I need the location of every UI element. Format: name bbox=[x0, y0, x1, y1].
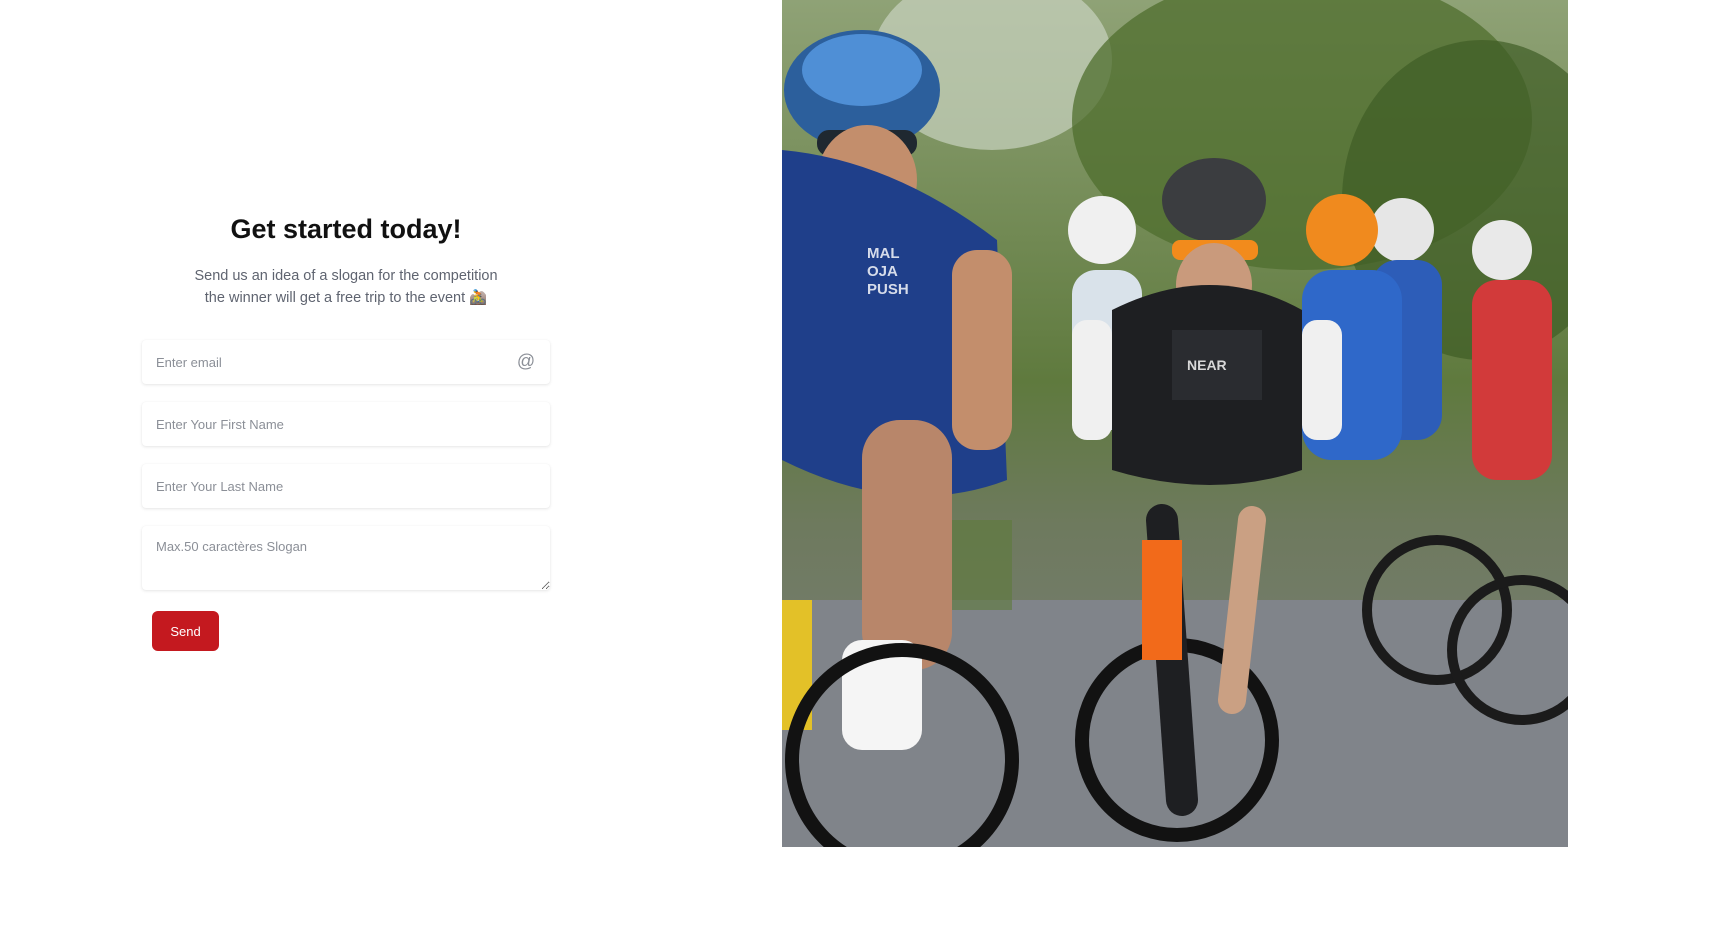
at-sign-icon: @ bbox=[516, 351, 536, 371]
slogan-field-wrapper bbox=[142, 526, 550, 590]
cyclists-photo: NEAR MAL OJA PUSH bbox=[782, 0, 1568, 847]
subtitle-line-2: the winner will get a free trip to the e… bbox=[204, 290, 488, 306]
email-field-wrapper: @ bbox=[142, 340, 550, 384]
last-name-field-wrapper bbox=[142, 464, 550, 508]
subtitle-line-1: Send us an idea of a slogan for the comp… bbox=[194, 268, 498, 284]
slogan-textarea[interactable] bbox=[142, 526, 550, 590]
page-title: Get started today! bbox=[230, 214, 462, 244]
send-button[interactable]: Send bbox=[152, 611, 219, 651]
form-panel: Get started today! Send us an idea of a … bbox=[0, 0, 782, 847]
last-name-input[interactable] bbox=[142, 464, 550, 508]
first-name-input[interactable] bbox=[142, 402, 550, 446]
email-input[interactable] bbox=[142, 340, 550, 384]
first-name-field-wrapper bbox=[142, 402, 550, 446]
svg-text:NEAR: NEAR bbox=[1187, 357, 1227, 373]
svg-text:OJA: OJA bbox=[867, 263, 898, 280]
svg-text:MAL: MAL bbox=[867, 245, 900, 262]
cyclists-illustration: NEAR MAL OJA PUSH bbox=[782, 0, 1568, 847]
page-subtitle: Send us an idea of a slogan for the comp… bbox=[0, 265, 692, 309]
svg-text:PUSH: PUSH bbox=[867, 281, 909, 298]
